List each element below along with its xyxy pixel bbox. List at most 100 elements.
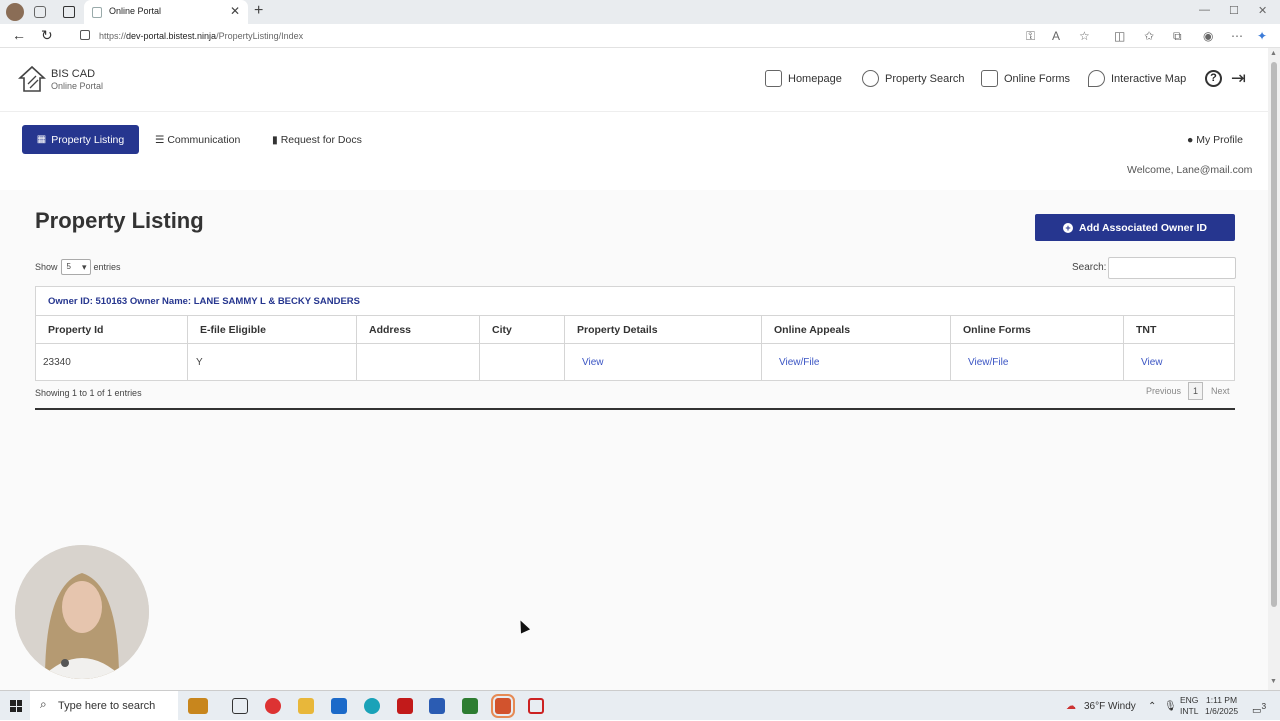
previous-page-button[interactable]: Previous: [1146, 386, 1181, 396]
request-docs-tab[interactable]: ▮ Request for Docs: [272, 134, 362, 146]
col-online-appeals[interactable]: Online Appeals: [762, 316, 951, 343]
refresh-icon[interactable]: ↻: [41, 27, 53, 44]
cell-city: [480, 344, 565, 380]
house-logo-icon[interactable]: [18, 64, 46, 94]
my-profile-link[interactable]: ● My Profile: [1187, 134, 1243, 146]
read-aloud-icon[interactable]: A: [1052, 29, 1060, 43]
browser-tab[interactable]: Online Portal ✕: [84, 0, 248, 24]
property-details-link[interactable]: View: [582, 357, 604, 368]
page-1-button[interactable]: 1: [1188, 382, 1203, 400]
online-appeals-link[interactable]: View/File: [779, 357, 819, 368]
scroll-up-icon[interactable]: ▲: [1270, 50, 1277, 57]
url-field[interactable]: https://dev-portal.bistest.ninja/Propert…: [76, 26, 1106, 46]
page-favicon-icon: [92, 7, 102, 18]
weather-icon[interactable]: ☁: [1066, 701, 1076, 712]
search-input[interactable]: [1108, 257, 1236, 279]
webcam-overlay: [15, 545, 149, 679]
help-icon[interactable]: ?: [1205, 70, 1222, 87]
divider: [35, 408, 1235, 410]
nav-interactive-map[interactable]: Interactive Map: [1088, 70, 1186, 87]
col-tnt[interactable]: TNT: [1124, 316, 1234, 343]
tray-chevron-icon[interactable]: ⌃: [1148, 701, 1156, 712]
task-view-icon[interactable]: [232, 698, 248, 714]
favorites-icon[interactable]: ✩: [1144, 29, 1154, 43]
magnifier-icon: [862, 70, 879, 87]
nav-homepage[interactable]: Homepage: [765, 70, 842, 87]
briefcase-app-icon[interactable]: [188, 698, 208, 714]
language-indicator[interactable]: ENG INTL: [1180, 695, 1198, 717]
cell-address: [357, 344, 480, 380]
split-screen-icon[interactable]: ◫: [1114, 29, 1125, 43]
file-icon: ▮: [272, 134, 278, 146]
copilot-icon[interactable]: ✦: [1257, 29, 1267, 43]
entries-select[interactable]: 5: [60, 259, 91, 275]
tab-title: Online Portal: [109, 6, 162, 16]
collections-icon[interactable]: ⧉: [1173, 29, 1182, 44]
word-app-icon[interactable]: [429, 698, 445, 714]
tnt-link[interactable]: View: [1141, 357, 1163, 368]
monitor-icon: [765, 70, 782, 87]
sub-navigation: ▦ Property Listing ☰ Communication ▮ Req…: [0, 112, 1268, 190]
chrome-app-icon[interactable]: [265, 698, 281, 714]
table-info: Showing 1 to 1 of 1 entries: [35, 388, 142, 398]
notification-icon[interactable]: ▭3: [1252, 701, 1266, 716]
table-row: 23340 Y View View/File View/File View: [36, 344, 1234, 380]
add-owner-id-button[interactable]: + Add Associated Owner ID: [1035, 214, 1235, 241]
logo-title: BIS CAD: [51, 68, 96, 80]
col-address[interactable]: Address: [357, 316, 480, 343]
next-page-button[interactable]: Next: [1211, 386, 1230, 396]
close-tab-icon[interactable]: ✕: [230, 4, 240, 18]
windows-start-icon[interactable]: [10, 700, 22, 712]
nav-property-search[interactable]: Property Search: [862, 70, 964, 87]
logout-icon[interactable]: ⇥: [1231, 68, 1246, 89]
map-pin-icon: [1088, 70, 1105, 87]
scroll-thumb[interactable]: [1271, 62, 1277, 607]
teams-app-icon[interactable]: [491, 694, 515, 718]
cell-efile: Y: [188, 344, 357, 380]
page-scrollbar[interactable]: ▲ ▼: [1268, 48, 1280, 690]
col-online-forms[interactable]: Online Forms: [951, 316, 1124, 343]
favorite-star-icon[interactable]: ☆: [1079, 29, 1090, 43]
cell-appeals: View/File: [762, 344, 951, 380]
terminal-app-icon[interactable]: [462, 698, 478, 714]
search-icon: ⌕: [40, 697, 47, 711]
weather-text[interactable]: 36°F Windy: [1084, 701, 1136, 712]
col-property-details[interactable]: Property Details: [565, 316, 762, 343]
acrobat-app-icon[interactable]: [397, 698, 413, 714]
windows-taskbar: ⌕ Type here to search ☁ 36°F Windy ⌃ 🎙 E…: [0, 690, 1280, 721]
system-clock[interactable]: 1:11 PM 1/6/2025: [1205, 695, 1238, 717]
file-explorer-icon[interactable]: [298, 698, 314, 714]
profile-avatar-icon[interactable]: [6, 3, 24, 21]
tab-actions-icon[interactable]: [63, 6, 75, 18]
taskbar-search[interactable]: ⌕ Type here to search: [30, 691, 178, 721]
building-icon: ▦: [36, 134, 47, 145]
col-efile[interactable]: E-file Eligible: [188, 316, 357, 343]
online-forms-link[interactable]: View/File: [968, 357, 1008, 368]
presenter-video-image: [15, 545, 149, 679]
minimize-icon[interactable]: —: [1199, 4, 1210, 16]
cell-details: View: [565, 344, 762, 380]
new-tab-icon[interactable]: +: [254, 2, 263, 20]
microphone-icon[interactable]: 🎙: [1164, 701, 1177, 712]
col-city[interactable]: City: [480, 316, 565, 343]
key-icon[interactable]: ⚿: [1026, 29, 1035, 44]
edge-app-icon[interactable]: [364, 698, 380, 714]
list-icon: ☰: [155, 134, 165, 146]
address-bar: ← ↻ https://dev-portal.bistest.ninja/Pro…: [0, 24, 1280, 48]
outlook-app-icon[interactable]: [331, 698, 347, 714]
cell-forms: View/File: [951, 344, 1124, 380]
maximize-icon[interactable]: ☐: [1229, 4, 1239, 17]
back-icon[interactable]: ←: [12, 27, 26, 43]
col-property-id[interactable]: Property Id: [36, 316, 188, 343]
nav-online-forms[interactable]: Online Forms: [981, 70, 1070, 87]
more-menu-icon[interactable]: ⋯: [1231, 29, 1243, 43]
screen-record-icon[interactable]: [528, 698, 544, 714]
property-listing-tab[interactable]: ▦ Property Listing: [22, 125, 139, 154]
url-text: https://dev-portal.bistest.ninja/Propert…: [99, 31, 304, 41]
communication-tab[interactable]: ☰ Communication: [155, 134, 240, 146]
user-circle-icon: ●: [1187, 134, 1194, 146]
extension-icon[interactable]: ◉: [1203, 29, 1213, 43]
close-window-icon[interactable]: ✕: [1258, 4, 1267, 17]
scroll-down-icon[interactable]: ▼: [1270, 678, 1277, 685]
workspaces-icon[interactable]: [34, 6, 46, 18]
